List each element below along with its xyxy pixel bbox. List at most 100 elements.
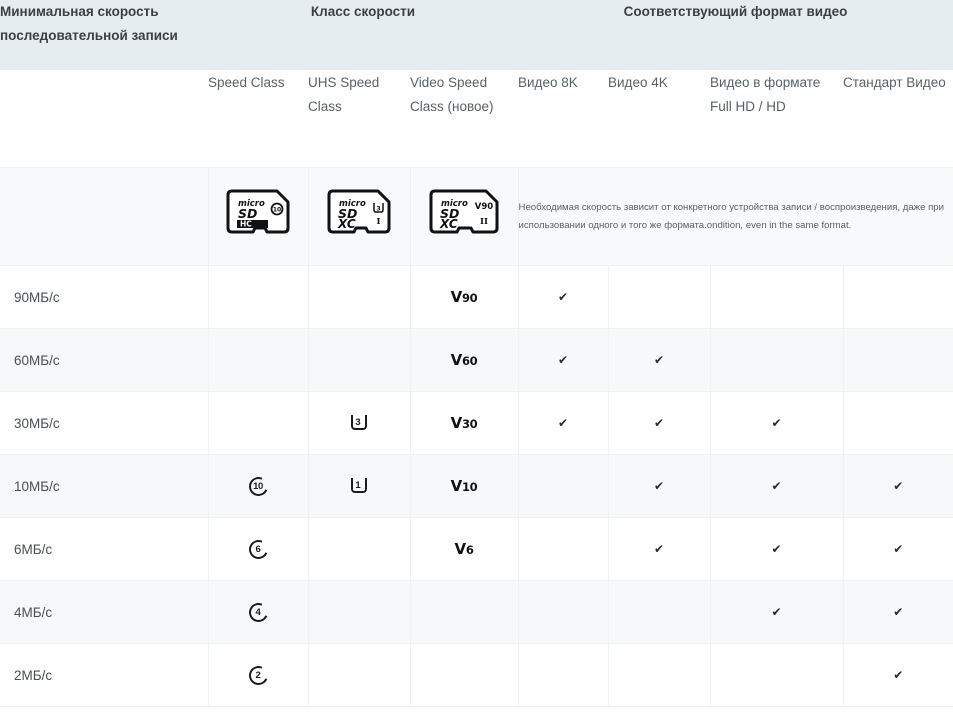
video-speed-class-badge: V90 bbox=[450, 287, 478, 306]
microsd-sdxc-v90-cell: micro SD XC V90 II bbox=[409, 167, 519, 266]
check-icon: ✔ bbox=[653, 542, 665, 556]
check-icon: ✔ bbox=[557, 416, 569, 430]
column-header-empty bbox=[0, 71, 208, 168]
row-speed-label: 90МБ/с bbox=[0, 265, 209, 329]
check-icon: ✔ bbox=[653, 353, 665, 367]
cell-uhs-class bbox=[308, 265, 411, 329]
cell-video-8k bbox=[518, 580, 609, 644]
cell-video-standard: ✔ bbox=[843, 580, 953, 644]
table-row: 10МБ/с 10 1 V10 ✔ ✔ ✔ bbox=[0, 454, 953, 518]
cell-video-8k: ✔ bbox=[518, 328, 609, 392]
cell-video-standard bbox=[843, 265, 953, 329]
cell-video-4k: ✔ bbox=[608, 391, 711, 455]
check-icon: ✔ bbox=[771, 605, 782, 619]
speed-class-comparison-table: Минимальная скорость последовательной за… bbox=[0, 0, 953, 707]
table-row: 2МБ/с 2 ✔ bbox=[0, 643, 953, 707]
cell-video-speed-class bbox=[410, 643, 519, 707]
microsd-sdhc-class10-cell: micro SD HC 10 bbox=[207, 167, 309, 266]
cell-video-8k: ✔ bbox=[518, 391, 609, 455]
column-header-video-fullhd: Видео в формате Full HD / HD bbox=[710, 75, 821, 114]
check-icon: ✔ bbox=[893, 668, 904, 682]
video-speed-class-badge: V60 bbox=[450, 350, 478, 369]
svg-text:II: II bbox=[480, 217, 488, 227]
speed-class-badge: 4 bbox=[245, 599, 271, 625]
cell-video-standard: ✔ bbox=[843, 643, 953, 707]
cell-uhs-class bbox=[308, 580, 411, 644]
table-row: 6МБ/с 6 V6 ✔ ✔ ✔ bbox=[0, 517, 953, 581]
svg-text:XC: XC bbox=[337, 217, 356, 231]
cell-video-4k: ✔ bbox=[608, 328, 711, 392]
group-header-speed-class: Класс скорости bbox=[310, 4, 416, 19]
row-speed-label: 30МБ/с bbox=[0, 391, 209, 455]
microsd-sdxc-v90-card: micro SD XC V90 II bbox=[428, 188, 500, 245]
cell-video-speed-class: V30 bbox=[410, 391, 519, 455]
uhs-speed-class-badge: 3 bbox=[350, 414, 368, 433]
cell-speed-class: 10 bbox=[208, 454, 309, 518]
cell-video-standard bbox=[843, 328, 953, 392]
table-card-illustration-row: micro SD HC 10 micro SD XC 3 I micro SD … bbox=[0, 167, 953, 266]
table-row: 90МБ/с V90 ✔ bbox=[0, 265, 953, 329]
cell-speed-class: 6 bbox=[208, 517, 309, 581]
microsd-sdhc-class10-card: micro SD HC 10 bbox=[225, 189, 291, 244]
cell-uhs-class: 3 bbox=[308, 391, 411, 455]
svg-text:SD: SD bbox=[238, 206, 257, 221]
video-speed-class-badge: V6 bbox=[454, 539, 474, 558]
speed-dependency-note: Необходимая скорость зависит от конкретн… bbox=[517, 167, 953, 266]
cell-video-fullhd bbox=[710, 328, 844, 392]
video-speed-class-badge: V10 bbox=[450, 476, 478, 495]
table-column-header-row: Speed Class UHS Speed Class Video Speed … bbox=[0, 70, 953, 168]
column-header-video-4k: Видео 4K bbox=[608, 75, 668, 90]
check-icon: ✔ bbox=[771, 416, 782, 430]
check-icon: ✔ bbox=[893, 479, 904, 493]
column-header-video-8k: Видео 8K bbox=[518, 75, 578, 90]
cell-video-speed-class: V6 bbox=[410, 517, 519, 581]
column-header-uhs-speed-class: UHS Speed Class bbox=[308, 75, 380, 114]
speed-class-badge: 2 bbox=[245, 662, 271, 688]
cell-video-8k bbox=[518, 454, 609, 518]
video-speed-class-badge: V30 bbox=[450, 413, 478, 432]
cell-video-4k: ✔ bbox=[608, 454, 711, 518]
cell-video-8k bbox=[518, 643, 609, 707]
cell-video-speed-class: V10 bbox=[410, 454, 519, 518]
microsd-sdxc-u3-card: micro SD XC 3 I bbox=[326, 189, 392, 244]
cell-video-standard: ✔ bbox=[843, 454, 953, 518]
group-header-min-write-speed: Минимальная скорость последовательной за… bbox=[0, 4, 178, 43]
svg-text:3: 3 bbox=[376, 205, 381, 213]
column-header-video-standard: Стандарт Видео bbox=[843, 75, 946, 90]
column-header-speed-class: Speed Class bbox=[208, 75, 285, 90]
check-icon: ✔ bbox=[771, 479, 782, 493]
table-row: 4МБ/с 4 ✔ ✔ bbox=[0, 580, 953, 644]
check-icon: ✔ bbox=[653, 479, 665, 493]
cell-video-8k: ✔ bbox=[518, 265, 609, 329]
cell-uhs-class bbox=[308, 643, 411, 707]
row-speed-label: 6МБ/с bbox=[0, 517, 209, 581]
svg-text:V90: V90 bbox=[475, 202, 493, 212]
cell-video-speed-class bbox=[410, 580, 519, 644]
check-icon: ✔ bbox=[557, 353, 569, 367]
cell-video-8k bbox=[518, 517, 609, 581]
column-header-video-speed-class: Video Speed Class (новое) bbox=[410, 75, 494, 114]
cell-video-fullhd: ✔ bbox=[710, 391, 844, 455]
speed-class-badge: 6 bbox=[245, 536, 271, 562]
svg-text:I: I bbox=[377, 217, 381, 227]
cell-video-4k: ✔ bbox=[608, 517, 711, 581]
check-icon: ✔ bbox=[771, 542, 782, 556]
cell-video-4k bbox=[608, 643, 711, 707]
cell-video-fullhd bbox=[710, 265, 844, 329]
cell-video-standard bbox=[843, 391, 953, 455]
uhs-speed-class-badge: 1 bbox=[350, 477, 368, 496]
cell-speed-class bbox=[208, 328, 309, 392]
table-row: 30МБ/с 3 V30 ✔ ✔ ✔ bbox=[0, 391, 953, 455]
speed-class-badge: 10 bbox=[245, 473, 271, 499]
table-group-header-row: Минимальная скорость последовательной за… bbox=[0, 0, 953, 71]
row-speed-label: 10МБ/с bbox=[0, 454, 209, 518]
svg-text:HC: HC bbox=[240, 220, 252, 229]
cell-uhs-class: 1 bbox=[308, 454, 411, 518]
svg-text:XC: XC bbox=[439, 217, 458, 231]
cell-uhs-class bbox=[308, 328, 411, 392]
cell-speed-class: 2 bbox=[208, 643, 309, 707]
cell-video-4k bbox=[608, 580, 711, 644]
cell-video-speed-class: V90 bbox=[410, 265, 519, 329]
row-speed-label: 4МБ/с bbox=[0, 580, 209, 644]
table-row: 60МБ/с V60 ✔ ✔ bbox=[0, 328, 953, 392]
